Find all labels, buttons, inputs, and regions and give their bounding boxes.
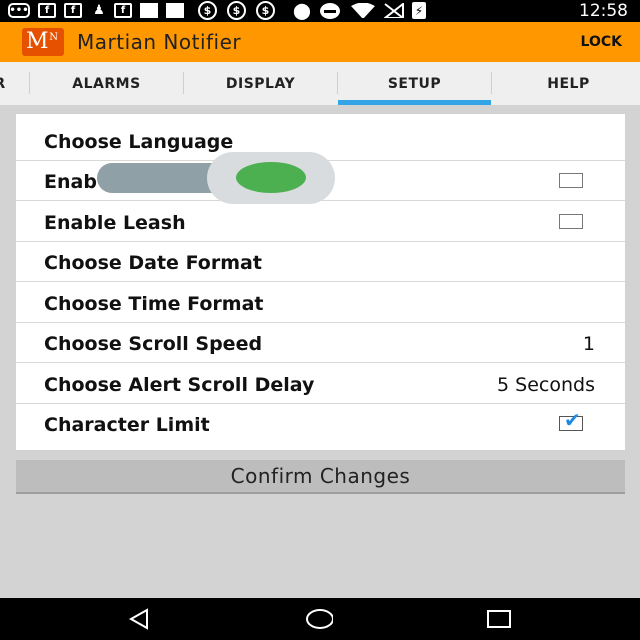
no-signal-icon <box>384 3 404 18</box>
checkmark-icon: ✔ <box>564 408 581 432</box>
row-label: Enable Leash <box>44 212 186 234</box>
row-label: Choose Time Format <box>44 293 264 315</box>
app-logo: MN <box>22 28 64 56</box>
enable-checkbox[interactable] <box>559 173 583 188</box>
image-icon <box>140 3 158 18</box>
tab-bar: R ALARMS DISPLAY SETUP HELP <box>0 62 640 105</box>
row-label: Enab <box>44 171 97 193</box>
confirm-changes-button[interactable]: Confirm Changes <box>16 460 625 494</box>
logo-superscript: N <box>49 32 58 43</box>
home-icon[interactable] <box>303 607 333 631</box>
notification-icon: ♟ <box>93 3 105 18</box>
battery-charging-icon: ⚡ <box>412 2 426 19</box>
toggle-switch-thumb[interactable] <box>236 162 306 193</box>
tab-setup[interactable]: SETUP <box>338 62 491 105</box>
character-limit-checkbox[interactable]: ✔ <box>559 408 583 432</box>
dnd-icon <box>320 3 340 19</box>
location-icon: ⬤ <box>293 1 311 20</box>
navigation-bar <box>0 598 640 640</box>
tab-alarms[interactable]: ALARMS <box>30 62 183 105</box>
row-enable-leash[interactable]: Enable Leash <box>16 202 625 242</box>
money-icon: $ <box>198 1 217 20</box>
status-bar: ••• f f ♟ f $ $ $ ⬤ ⚡ 12:58 <box>0 0 640 22</box>
active-tab-indicator <box>338 100 491 105</box>
logo-letter: M <box>26 29 49 54</box>
row-label: Choose Date Format <box>44 252 262 274</box>
row-label: Character Limit <box>44 414 210 436</box>
image-icon <box>166 3 184 18</box>
tab-help[interactable]: HELP <box>492 62 640 105</box>
row-label: Choose Language <box>44 131 234 153</box>
recents-icon[interactable] <box>485 607 515 631</box>
alert-scroll-delay-value: 5 Seconds <box>497 374 595 396</box>
row-character-limit[interactable]: Character Limit ✔ <box>16 404 625 444</box>
row-label: Choose Scroll Speed <box>44 333 263 355</box>
tab-partial[interactable]: R <box>0 62 10 105</box>
lock-button[interactable]: LOCK <box>581 34 622 50</box>
app-title: Martian Notifier <box>77 30 242 54</box>
money-icon: $ <box>256 1 275 20</box>
tab-display[interactable]: DISPLAY <box>184 62 337 105</box>
status-time: 12:58 <box>579 1 628 21</box>
row-choose-alert-scroll-delay[interactable]: Choose Alert Scroll Delay 5 Seconds <box>16 364 625 404</box>
facebook-icon: f <box>38 3 56 18</box>
row-choose-time-format[interactable]: Choose Time Format <box>16 283 625 323</box>
back-icon[interactable] <box>125 607 155 631</box>
wifi-icon <box>351 3 375 18</box>
enable-leash-checkbox[interactable] <box>559 214 583 229</box>
app-bar: MN Martian Notifier LOCK <box>0 22 640 62</box>
message-icon: ••• <box>8 3 30 18</box>
scroll-speed-value: 1 <box>582 333 595 355</box>
row-choose-scroll-speed[interactable]: Choose Scroll Speed 1 <box>16 323 625 363</box>
row-choose-date-format[interactable]: Choose Date Format <box>16 242 625 282</box>
facebook-icon: f <box>64 3 82 18</box>
facebook-icon: f <box>114 3 132 18</box>
money-icon: $ <box>227 1 246 20</box>
row-label: Choose Alert Scroll Delay <box>44 374 315 396</box>
